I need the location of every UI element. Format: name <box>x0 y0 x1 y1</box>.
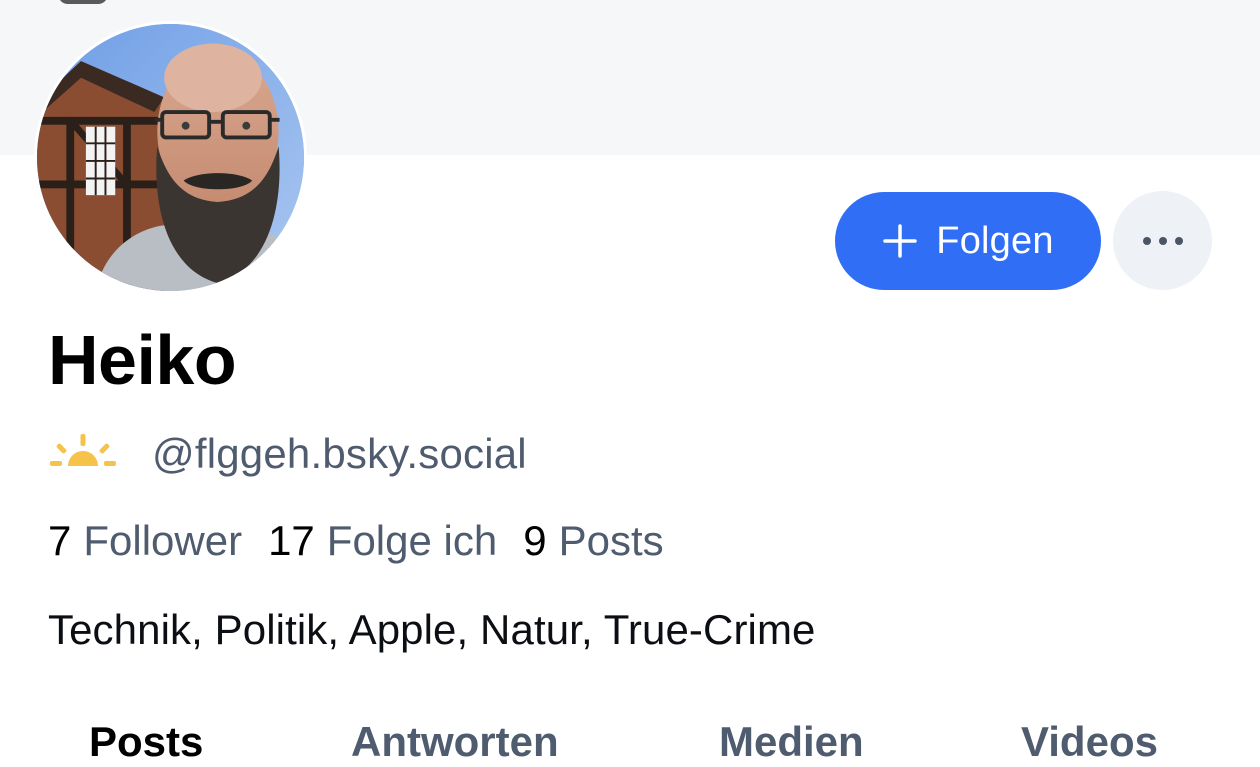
more-horizontal-icon <box>1158 236 1167 245</box>
profile-screen: Folgen Heiko @flggeh.bsky.social 7 Follo… <box>0 0 1260 767</box>
following-stat[interactable]: 17 Folge ich <box>268 517 497 565</box>
display-name: Heiko <box>48 321 237 399</box>
posts-label: Posts <box>558 517 664 564</box>
more-horizontal-icon <box>1174 236 1183 245</box>
more-options-button[interactable] <box>1113 191 1212 290</box>
profile-tabs: Posts Antworten Medien Videos <box>0 718 1260 767</box>
followers-stat[interactable]: 7 Follower <box>48 517 242 565</box>
followers-label: Follower <box>83 517 243 564</box>
tab-antworten[interactable]: Antworten <box>351 718 559 766</box>
avatar[interactable] <box>34 21 307 294</box>
back-button-fragment[interactable] <box>58 0 108 4</box>
follow-button[interactable]: Folgen <box>835 192 1101 290</box>
handle-row: @flggeh.bsky.social <box>48 425 527 483</box>
tab-medien[interactable]: Medien <box>719 718 864 766</box>
tab-posts[interactable]: Posts <box>89 718 203 766</box>
tab-videos[interactable]: Videos <box>1021 718 1158 766</box>
following-label: Folge ich <box>326 517 498 564</box>
sunrise-icon <box>50 434 116 466</box>
follow-button-label: Folgen <box>936 219 1054 262</box>
following-count: 17 <box>268 517 315 564</box>
profile-handle[interactable]: @flggeh.bsky.social <box>152 430 527 478</box>
posts-stat: 9 Posts <box>523 517 663 565</box>
plus-icon <box>883 224 918 258</box>
profile-bio: Technik, Politik, Apple, Natur, True-Cri… <box>48 606 816 653</box>
posts-count: 9 <box>523 517 547 564</box>
profile-photo <box>37 24 304 291</box>
profile-stats: 7 Follower 17 Folge ich 9 Posts <box>48 514 664 568</box>
followers-count: 7 <box>48 517 72 564</box>
more-horizontal-icon <box>1142 236 1151 245</box>
